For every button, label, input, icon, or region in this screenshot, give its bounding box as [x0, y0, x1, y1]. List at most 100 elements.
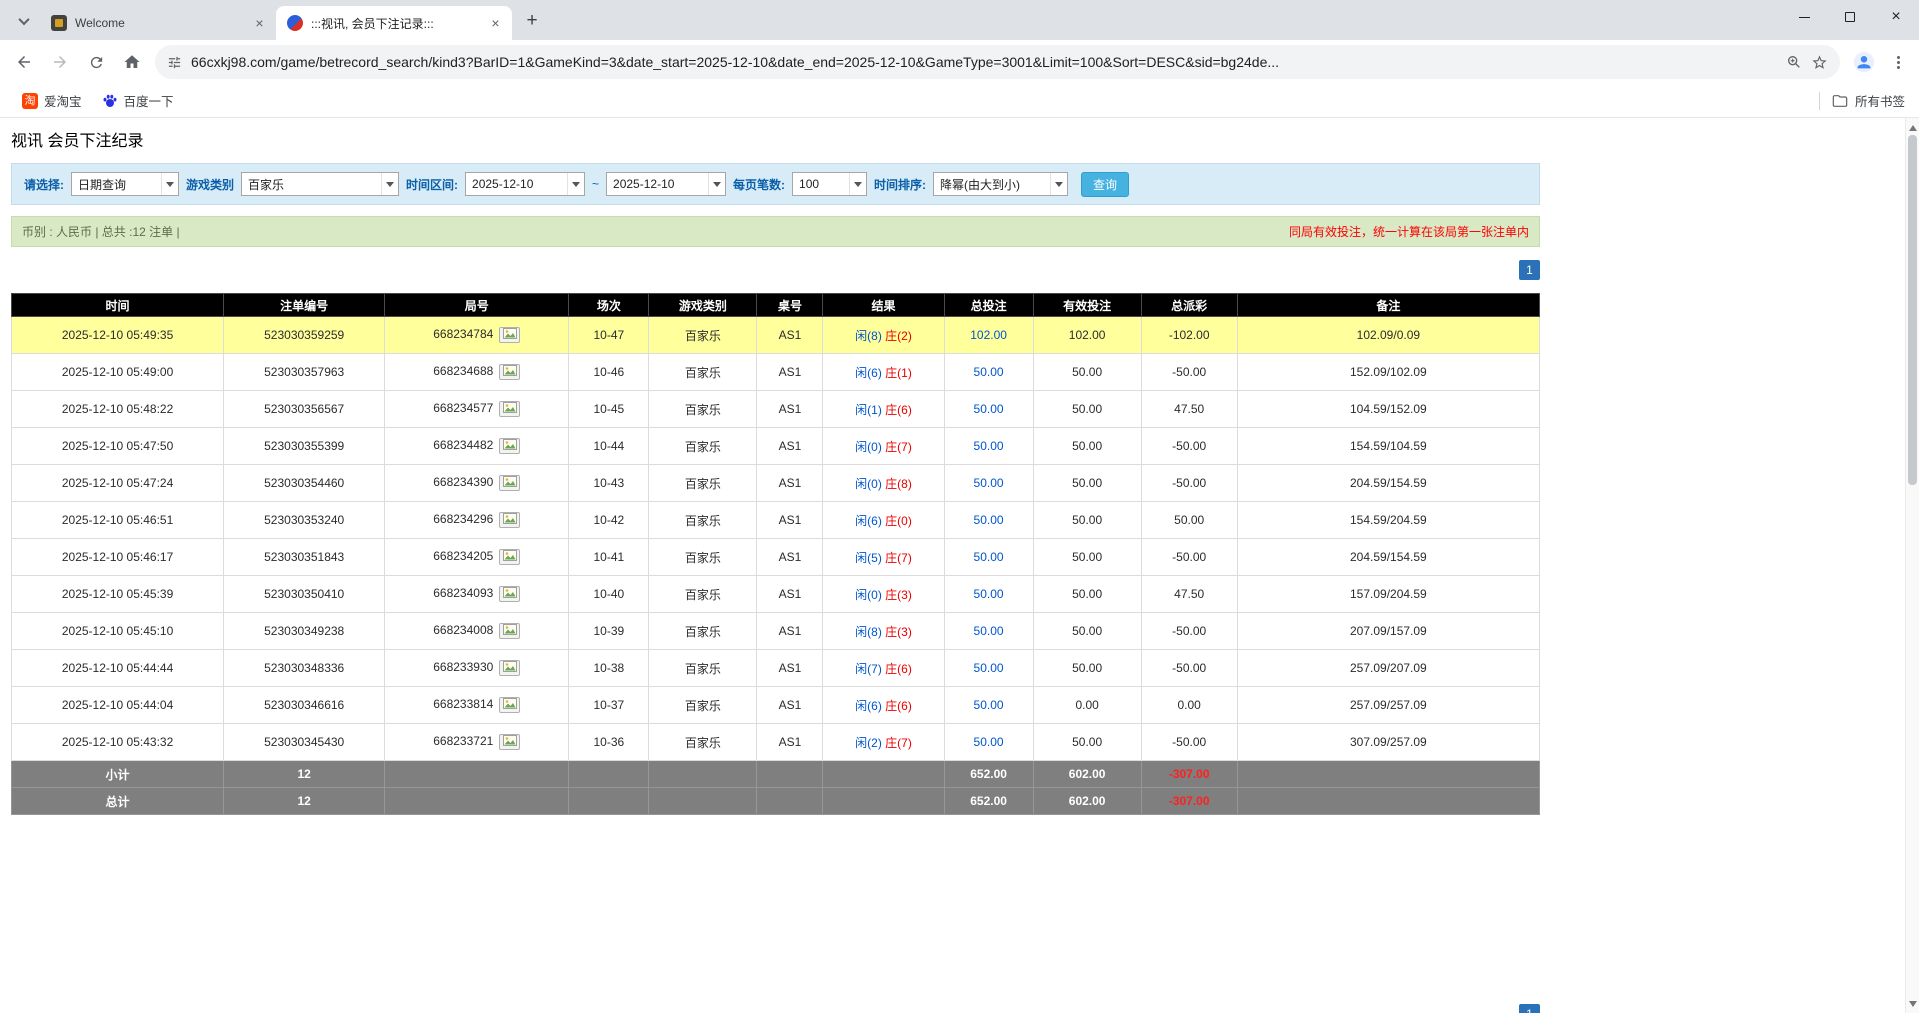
- cell-remark: 154.59/204.59: [1237, 502, 1539, 539]
- result-banker: 庄(3): [885, 588, 912, 602]
- result-banker: 庄(0): [885, 514, 912, 528]
- table-row: 2025-12-10 05:48:22523030356567668234577…: [12, 391, 1540, 428]
- bookmark-label: 百度一下: [124, 91, 174, 110]
- minimize-icon: [1799, 17, 1810, 18]
- cell-bet-id: 523030351843: [224, 539, 385, 576]
- all-bookmarks-button[interactable]: 所有书签: [1832, 91, 1905, 110]
- round-image-icon[interactable]: [499, 549, 520, 565]
- result-banker: 庄(3): [885, 625, 912, 639]
- menu-icon[interactable]: [1883, 46, 1913, 78]
- tab-search-button[interactable]: [10, 7, 38, 35]
- round-image-icon[interactable]: [499, 438, 520, 454]
- cell-session: 10-36: [569, 724, 649, 761]
- page-size-select[interactable]: 100: [792, 172, 867, 196]
- cell-result: 闲(6) 庄(0): [823, 502, 944, 539]
- round-image-icon[interactable]: [499, 697, 520, 713]
- maximize-button[interactable]: [1827, 0, 1873, 34]
- cell-payout: -102.00: [1141, 317, 1237, 354]
- url-bar[interactable]: 66cxkj98.com/game/betrecord_search/kind3…: [155, 45, 1840, 79]
- cell-session: 10-37: [569, 687, 649, 724]
- date-start-select[interactable]: 2025-12-10: [465, 172, 585, 196]
- chevron-down-icon[interactable]: [567, 173, 584, 195]
- cell-total-bet[interactable]: 50.00: [944, 724, 1033, 761]
- back-button[interactable]: [6, 44, 42, 80]
- sort-select[interactable]: 降幂(由大到小): [933, 172, 1068, 196]
- cell-bet-id: 523030353240: [224, 502, 385, 539]
- chevron-down-icon[interactable]: [849, 173, 866, 195]
- cell-total-bet[interactable]: 50.00: [944, 687, 1033, 724]
- round-image-icon[interactable]: [499, 734, 520, 750]
- cell-total-bet[interactable]: 50.00: [944, 428, 1033, 465]
- tab-betrecord[interactable]: :::视讯, 会员下注记录::: ×: [276, 6, 512, 40]
- scroll-down-arrow[interactable]: [1906, 997, 1919, 1011]
- cell-remark: 152.09/102.09: [1237, 354, 1539, 391]
- round-image-icon[interactable]: [499, 586, 520, 602]
- cell-total-bet[interactable]: 50.00: [944, 539, 1033, 576]
- close-icon[interactable]: ×: [251, 15, 268, 32]
- cell-total-bet[interactable]: 102.00: [944, 317, 1033, 354]
- zoom-icon[interactable]: [1786, 54, 1802, 70]
- game-category-select[interactable]: 百家乐: [241, 172, 399, 196]
- minimize-button[interactable]: [1781, 0, 1827, 34]
- cell-total-bet[interactable]: 50.00: [944, 576, 1033, 613]
- chevron-down-icon[interactable]: [161, 173, 178, 195]
- bookmark-baidu[interactable]: 百度一下: [94, 88, 182, 113]
- close-button[interactable]: ×: [1873, 0, 1919, 34]
- round-image-icon[interactable]: [499, 660, 520, 676]
- close-icon[interactable]: ×: [487, 15, 504, 32]
- site-info-icon[interactable]: [167, 55, 182, 70]
- round-image-icon[interactable]: [499, 364, 520, 380]
- bookmarks-bar: 淘 爱淘宝 百度一下 所有书签: [0, 84, 1919, 118]
- column-header: 有效投注: [1033, 294, 1141, 317]
- filter-bar: 请选择: 日期查询 游戏类别 百家乐 时间区间: 2025-12-10 ~ 20…: [11, 163, 1540, 205]
- cell-game-type: 百家乐: [649, 354, 757, 391]
- table-row: 2025-12-10 05:45:39523030350410668234093…: [12, 576, 1540, 613]
- table-header-row: 时间注单编号局号场次游戏类别桌号结果总投注有效投注总派彩备注: [12, 294, 1540, 317]
- page-title: 视讯 会员下注纪录: [11, 118, 1540, 163]
- home-button[interactable]: [114, 44, 150, 80]
- chevron-down-icon: [18, 14, 29, 25]
- cell-round: 668233930: [385, 650, 569, 687]
- cell-total-bet[interactable]: 50.00: [944, 613, 1033, 650]
- bookmark-star-icon[interactable]: [1811, 54, 1828, 71]
- forward-button[interactable]: [42, 44, 78, 80]
- cell-total-bet[interactable]: 50.00: [944, 391, 1033, 428]
- bookmark-aitaobao[interactable]: 淘 爱淘宝: [14, 88, 90, 113]
- cell-result: 闲(0) 庄(3): [823, 576, 944, 613]
- baidu-paw-icon: [102, 93, 118, 109]
- scrollbar-thumb[interactable]: [1908, 135, 1917, 485]
- query-type-select[interactable]: 日期查询: [71, 172, 179, 196]
- cell-valid-bet: 50.00: [1033, 724, 1141, 761]
- tab-welcome[interactable]: Welcome ×: [40, 6, 276, 40]
- chevron-down-icon[interactable]: [381, 173, 398, 195]
- new-tab-button[interactable]: +: [518, 7, 546, 35]
- scroll-up-arrow[interactable]: [1906, 120, 1919, 134]
- url-text[interactable]: 66cxkj98.com/game/betrecord_search/kind3…: [191, 54, 1777, 70]
- scrollbar[interactable]: [1905, 118, 1919, 1013]
- cell-payout: -50.00: [1141, 428, 1237, 465]
- cell-total-bet[interactable]: 50.00: [944, 465, 1033, 502]
- chevron-down-icon[interactable]: [708, 173, 725, 195]
- page-number[interactable]: 1: [1519, 260, 1540, 280]
- round-image-icon[interactable]: [499, 327, 520, 343]
- reload-icon: [88, 54, 105, 71]
- cell-total-bet[interactable]: 50.00: [944, 354, 1033, 391]
- date-end-select[interactable]: 2025-12-10: [606, 172, 726, 196]
- chevron-down-icon[interactable]: [1050, 173, 1067, 195]
- profile-icon[interactable]: [1848, 46, 1880, 78]
- query-button[interactable]: 查询: [1081, 172, 1129, 197]
- cell-time: 2025-12-10 05:47:50: [12, 428, 224, 465]
- cell-valid-bet: 50.00: [1033, 465, 1141, 502]
- cell-table-no: AS1: [757, 317, 823, 354]
- round-image-icon[interactable]: [499, 623, 520, 639]
- cell-game-type: 百家乐: [649, 613, 757, 650]
- round-image-icon[interactable]: [499, 512, 520, 528]
- page-number-bottom[interactable]: 1: [1519, 1004, 1540, 1013]
- summary-cell: [757, 761, 823, 788]
- column-header: 备注: [1237, 294, 1539, 317]
- reload-button[interactable]: [78, 44, 114, 80]
- cell-total-bet[interactable]: 50.00: [944, 650, 1033, 687]
- round-image-icon[interactable]: [499, 401, 520, 417]
- cell-total-bet[interactable]: 50.00: [944, 502, 1033, 539]
- round-image-icon[interactable]: [499, 475, 520, 491]
